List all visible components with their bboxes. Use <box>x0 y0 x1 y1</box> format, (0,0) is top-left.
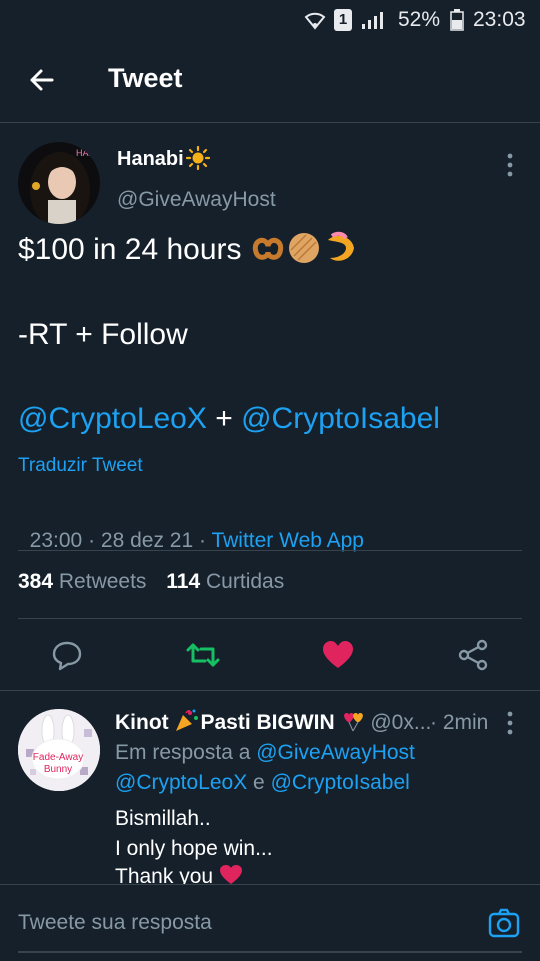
meta-separator: · <box>82 529 101 552</box>
divider <box>18 550 522 551</box>
reply-name-part: Kinot <box>115 711 175 734</box>
reply-name-part: Pasti BIGWIN <box>200 711 335 734</box>
wifi-icon <box>304 12 326 30</box>
likes-stat[interactable]: 114 Curtidas <box>166 570 284 593</box>
heart-balloons-icon <box>343 713 363 732</box>
camera-icon[interactable] <box>488 907 520 939</box>
retweets-count: 384 <box>18 570 54 593</box>
mention-separator: + <box>206 402 242 435</box>
in-reply-to: Em resposta a @GiveAwayHost <box>115 741 415 765</box>
like-heart-icon[interactable] <box>320 637 356 673</box>
tweet-text-line1: $100 in 24 hours <box>18 231 358 267</box>
share-icon[interactable] <box>455 637 491 673</box>
avatar-text: Fade-Away <box>33 752 83 763</box>
author-avatar[interactable]: HAN <box>18 142 100 224</box>
tweet-text-line1-text: $100 in 24 hours <box>18 233 242 266</box>
mention-link[interactable]: @CryptoIsabel <box>271 771 410 794</box>
tweet-timestamp: 23:00 · 28 dez 21 · Twitter Web App <box>18 505 364 553</box>
avatar-text: Bunny <box>44 764 72 775</box>
reply-text-line3: Thank you <box>115 865 214 885</box>
app-header: Tweet <box>0 38 540 123</box>
back-arrow-icon[interactable] <box>22 60 62 100</box>
croissant-icon <box>327 231 354 261</box>
translate-tweet-link[interactable]: Traduzir Tweet <box>18 455 143 477</box>
status-bar: 1 52% 23:03 <box>0 0 540 38</box>
party-popper-icon <box>176 709 199 732</box>
reply-compose-bar: Tweete sua resposta <box>0 884 540 961</box>
battery-percent: 52% <box>398 8 441 31</box>
reply-handle: @0x... <box>370 711 432 734</box>
mention-link[interactable]: @CryptoLeoX <box>115 771 247 794</box>
more-options-icon[interactable] <box>498 150 522 180</box>
mention-link[interactable]: @CryptoIsabel <box>241 402 440 435</box>
mention-link[interactable]: @GiveAwayHost <box>256 741 415 764</box>
in-reply-and: e <box>247 771 271 794</box>
author-name[interactable]: Hanabi <box>117 145 210 171</box>
reply-item[interactable]: Fade-Away Bunny Kinot Pasti BIGWIN @0x..… <box>0 690 540 885</box>
tweet-time: 23:00 <box>29 529 83 552</box>
divider <box>18 618 522 619</box>
retweets-label: Retweets <box>58 570 147 593</box>
in-reply-prefix: Em resposta a <box>115 741 257 764</box>
author-name-text: Hanabi <box>117 148 184 170</box>
cracker-icon <box>288 233 319 264</box>
reply-icon[interactable] <box>49 637 85 673</box>
reply-author-name[interactable]: Kinot Pasti BIGWIN @0x... <box>115 709 432 735</box>
author-handle[interactable]: @GiveAwayHost <box>117 188 276 212</box>
in-reply-to-line2: @CryptoLeoX e @CryptoIsabel <box>115 771 410 795</box>
sun-icon <box>185 145 210 170</box>
page-title: Tweet <box>108 63 183 93</box>
tweet-text-line2: -RT + Follow <box>18 318 188 351</box>
reply-text-line: Bismillah.. <box>115 807 211 830</box>
retweets-stat[interactable]: 384 Retweets <box>18 570 146 593</box>
sim-number: 1 <box>338 11 348 28</box>
likes-count: 114 <box>166 570 201 593</box>
reply-time: · 2min <box>430 711 489 734</box>
tweet-date: 28 dez 21 <box>100 529 194 552</box>
likes-label: Curtidas <box>206 570 285 593</box>
reply-text-line: I only hope win... <box>115 837 273 860</box>
input-underline <box>18 951 522 953</box>
more-options-icon[interactable] <box>498 709 522 737</box>
retweet-icon[interactable] <box>185 637 221 673</box>
red-heart-icon <box>219 865 242 885</box>
reply-input[interactable]: Tweete sua resposta <box>18 911 212 935</box>
reply-text-line: Thank you <box>115 865 243 885</box>
tweet-stats: 384 Retweets 114 Curtidas <box>18 570 284 594</box>
meta-separator: · <box>193 529 212 552</box>
clock: 23:03 <box>473 8 526 31</box>
pretzel-icon <box>252 237 284 260</box>
battery-icon <box>450 9 464 31</box>
svg-text:HAN: HAN <box>76 148 95 158</box>
tweet-text-mentions: @CryptoLeoX + @CryptoIsabel <box>18 402 440 436</box>
reply-avatar[interactable]: Fade-Away Bunny <box>18 709 100 791</box>
signal-icon <box>362 12 383 29</box>
mention-link[interactable]: @CryptoLeoX <box>18 402 207 435</box>
tweet-source-link[interactable]: Twitter Web App <box>211 529 364 552</box>
sim-icon: 1 <box>334 9 352 31</box>
